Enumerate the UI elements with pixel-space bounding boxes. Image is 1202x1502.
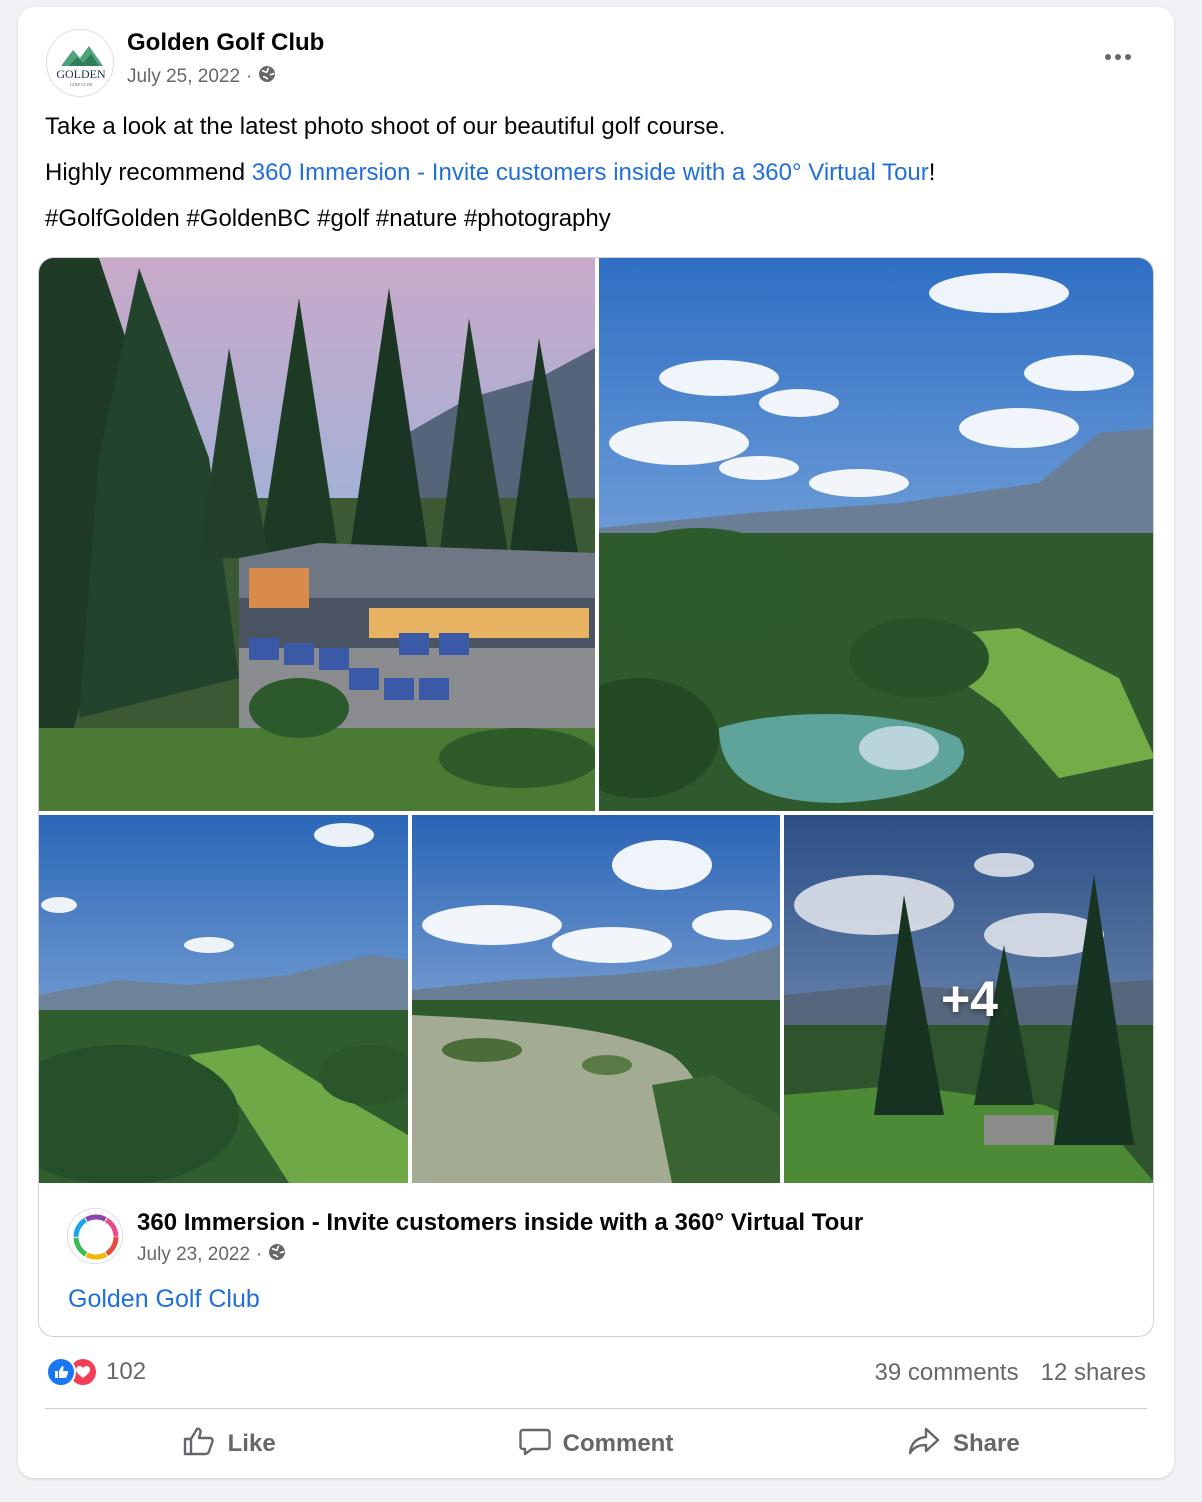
page-avatar[interactable]: GOLDEN GOLF CLUB xyxy=(46,29,114,97)
share-button[interactable]: Share xyxy=(780,1419,1147,1469)
meta-separator: · xyxy=(256,1244,263,1265)
dot-icon xyxy=(1115,54,1121,60)
actions-divider xyxy=(45,1408,1147,1409)
post-hashtags[interactable]: #GolfGolden #GoldenBC #golf #nature #pho… xyxy=(45,205,611,233)
post-actions-bar: Like Comment Share xyxy=(45,1419,1147,1469)
post-card: GOLDEN GOLF CLUB Golden Golf Club July 2… xyxy=(18,7,1174,1478)
comment-button[interactable]: Comment xyxy=(412,1419,779,1469)
shared-post-date[interactable]: July 23, 2022 xyxy=(137,1244,250,1266)
gallery-photo-2[interactable] xyxy=(599,258,1153,811)
comment-label: Comment xyxy=(562,1430,674,1457)
post-text-line-2: Highly recommend 360 Immersion - Invite … xyxy=(45,159,935,187)
reaction-count[interactable]: 102 xyxy=(106,1358,146,1386)
gallery-photo-5[interactable]: +4 xyxy=(784,815,1153,1183)
engagement-counts: 39 comments 12 shares xyxy=(875,1359,1146,1387)
share-arrow-icon xyxy=(907,1426,941,1463)
shared-tagged-page-link[interactable]: Golden Golf Club xyxy=(68,1285,260,1314)
reactions-summary[interactable]: 102 xyxy=(46,1357,146,1387)
dot-icon xyxy=(1105,54,1111,60)
recommend-link[interactable]: 360 Immersion - Invite customers inside … xyxy=(252,159,929,186)
meta-separator: · xyxy=(246,66,253,87)
recommend-prefix: Highly recommend xyxy=(45,159,252,186)
shared-author-name[interactable]: 360 Immersion - Invite customers inside … xyxy=(137,1209,863,1237)
post-text-line-1: Take a look at the latest photo shoot of… xyxy=(45,113,726,140)
photo-gallery: +4 360 Immersion - Invite customers insi… xyxy=(38,257,1154,1337)
gallery-photo-1[interactable] xyxy=(39,258,595,811)
like-button[interactable]: Like xyxy=(45,1419,412,1469)
recommend-suffix: ! xyxy=(928,159,936,186)
dot-icon xyxy=(1125,54,1131,60)
post-meta: July 25, 2022 · xyxy=(127,65,276,89)
shares-count[interactable]: 12 shares xyxy=(1041,1359,1146,1387)
like-label: Like xyxy=(227,1430,276,1457)
shared-post-attachment[interactable]: 360 Immersion - Invite customers inside … xyxy=(39,1183,1153,1336)
post-date[interactable]: July 25, 2022 xyxy=(127,66,240,88)
gallery-photo-4[interactable] xyxy=(412,815,780,1183)
gallery-photo-3[interactable] xyxy=(39,815,408,1183)
like-reaction-icon xyxy=(46,1357,76,1387)
globe-icon xyxy=(268,1243,286,1267)
shared-post-meta: July 23, 2022 · xyxy=(137,1243,286,1267)
comment-bubble-icon xyxy=(518,1426,551,1463)
globe-icon xyxy=(258,65,276,89)
more-photos-overlay[interactable]: +4 xyxy=(784,815,1153,1183)
more-options-button[interactable] xyxy=(1098,45,1138,69)
comments-count[interactable]: 39 comments xyxy=(875,1359,1019,1387)
page-name[interactable]: Golden Golf Club xyxy=(127,29,324,57)
svg-text:GOLF CLUB: GOLF CLUB xyxy=(70,82,92,87)
thumbs-up-icon xyxy=(182,1426,216,1463)
share-label: Share xyxy=(952,1430,1020,1457)
shared-author-avatar[interactable] xyxy=(67,1208,123,1264)
svg-text:GOLDEN: GOLDEN xyxy=(56,67,106,81)
